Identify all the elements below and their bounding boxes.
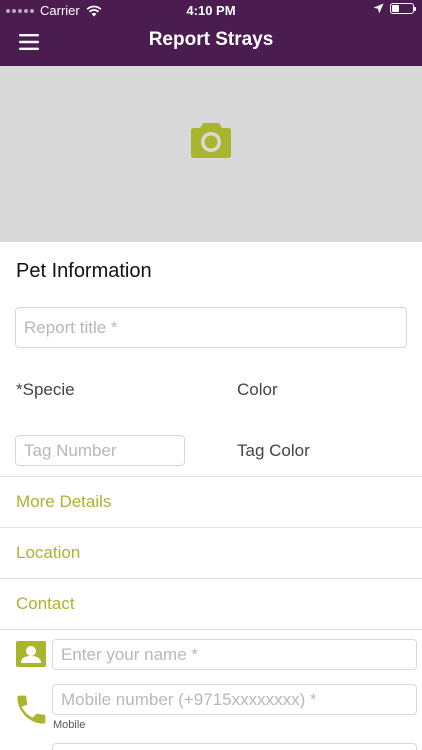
camera-icon[interactable] xyxy=(190,121,232,159)
phone-icon xyxy=(17,695,46,724)
contact-section[interactable]: Contact xyxy=(0,578,422,629)
location-arrow-icon xyxy=(373,3,384,14)
page-title: Report Strays xyxy=(148,29,274,50)
specie-select[interactable]: *Specie xyxy=(16,380,75,400)
mobile-number-input[interactable] xyxy=(52,684,417,715)
color-select[interactable]: Color xyxy=(237,380,278,400)
location-section[interactable]: Location xyxy=(0,527,422,578)
add-photo-area[interactable] xyxy=(0,66,422,242)
report-title-input[interactable] xyxy=(15,307,407,348)
tag-number-input[interactable] xyxy=(15,435,185,466)
tag-color-select[interactable]: Tag Color xyxy=(237,441,310,461)
more-details-label: More Details xyxy=(16,492,112,511)
status-bar: Carrier 4:10 PM xyxy=(0,0,422,20)
divider xyxy=(0,629,422,630)
pet-information-heading: Pet Information xyxy=(16,260,152,282)
battery-icon xyxy=(390,3,416,14)
nav-bar: Report Strays xyxy=(0,20,422,66)
name-input[interactable] xyxy=(52,639,417,670)
next-input-partial[interactable] xyxy=(52,743,417,750)
more-details-section[interactable]: More Details xyxy=(0,476,422,527)
contact-label: Contact xyxy=(16,594,75,613)
location-label: Location xyxy=(16,543,81,562)
clock: 4:10 PM xyxy=(186,3,236,18)
contact-card-icon xyxy=(16,641,46,667)
mobile-label: Mobile xyxy=(53,719,86,731)
status-right xyxy=(373,3,416,14)
